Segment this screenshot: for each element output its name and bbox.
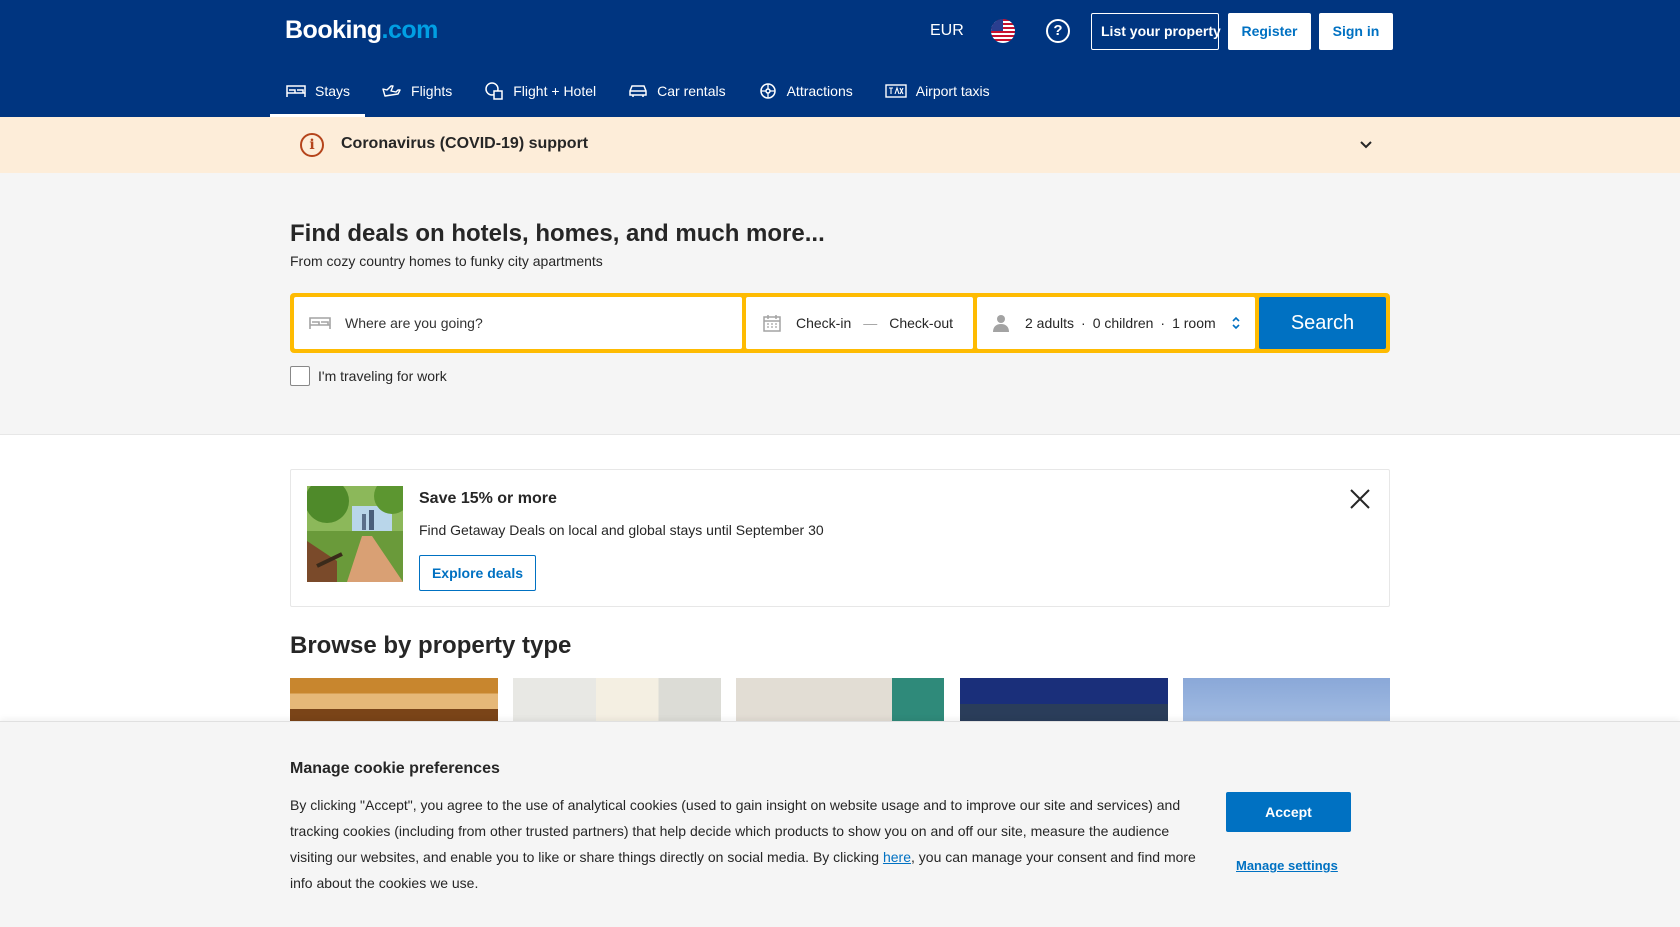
booking-logo[interactable]: Booking.com: [285, 16, 438, 45]
nav-attractions[interactable]: Attractions: [742, 68, 869, 114]
nav-label: Car rentals: [657, 83, 726, 99]
promo-title: Save 15% or more: [419, 490, 557, 507]
nav-airport-taxis[interactable]: Airport taxis: [869, 68, 1006, 114]
main-nav: Stays Flights Flight + Hotel Car rentals…: [270, 68, 1006, 117]
covid-banner-text: Coronavirus (COVID-19) support: [341, 135, 589, 152]
destination-placeholder: Where are you going?: [345, 315, 483, 331]
accept-cookies-button[interactable]: Accept: [1226, 792, 1351, 832]
register-button[interactable]: Register: [1228, 13, 1311, 50]
bed-icon: [286, 85, 306, 97]
calendar-icon: [763, 315, 781, 332]
site-header: Booking.com EUR ? List your property Reg…: [0, 0, 1680, 117]
nav-flights[interactable]: Flights: [366, 68, 468, 114]
page-subtitle: From cozy country homes to funky city ap…: [290, 253, 603, 269]
cookie-banner: Manage cookie preferences By clicking "A…: [0, 721, 1680, 927]
rooms-count: 1 room: [1172, 315, 1216, 331]
plane-icon: [382, 85, 401, 97]
info-icon: i: [300, 133, 324, 157]
person-icon: [993, 315, 1009, 332]
up-down-chevron-icon: [1232, 316, 1240, 330]
covid-banner[interactable]: i Coronavirus (COVID-19) support: [0, 117, 1680, 173]
cookie-text: By clicking "Accept", you agree to the u…: [290, 792, 1205, 896]
bed-icon: [309, 317, 331, 329]
cookie-title: Manage cookie preferences: [290, 760, 500, 777]
help-icon[interactable]: ?: [1046, 19, 1070, 43]
occupancy-selector[interactable]: 2 adults · 0 children · 1 room: [977, 297, 1255, 349]
nav-car-rentals[interactable]: Car rentals: [612, 68, 741, 114]
hero-section: Find deals on hotels, homes, and much mo…: [0, 173, 1680, 435]
nav-stays[interactable]: Stays: [270, 68, 366, 114]
nav-label: Airport taxis: [915, 83, 990, 99]
destination-input[interactable]: Where are you going?: [294, 297, 742, 349]
work-checkbox[interactable]: [290, 366, 310, 386]
occ-sep: ·: [1160, 315, 1166, 331]
taxi-icon: [885, 84, 907, 98]
attractions-icon: [759, 83, 776, 99]
occ-sep: ·: [1081, 315, 1086, 331]
nav-label: Flights: [411, 83, 453, 99]
car-icon: [629, 85, 647, 97]
us-flag-icon[interactable]: [991, 19, 1015, 43]
flight-hotel-icon: [485, 82, 503, 100]
logo-text: Booking: [285, 16, 382, 44]
nav-label: Flight + Hotel: [513, 83, 597, 99]
cookie-here-link[interactable]: here: [883, 849, 911, 865]
nav-label: Stays: [315, 83, 351, 99]
browse-section-title: Browse by property type: [290, 632, 572, 659]
sign-in-button[interactable]: Sign in: [1319, 13, 1393, 50]
chevron-down-icon[interactable]: [1358, 137, 1374, 153]
logo-dot-com: .com: [381, 16, 439, 44]
promo-card: Save 15% or more Find Getaway Deals on l…: [290, 469, 1390, 607]
close-icon[interactable]: [1349, 488, 1371, 510]
date-picker[interactable]: Check-in — Check-out: [746, 297, 973, 349]
nav-label: Attractions: [786, 83, 853, 99]
checkin-label: Check-in: [796, 315, 852, 331]
work-travel-option[interactable]: I'm traveling for work: [290, 366, 447, 386]
list-property-button[interactable]: List your property: [1091, 13, 1221, 50]
search-box: Where are you going? Check-in — Check-ou…: [290, 293, 1390, 353]
adults-count: 2 adults: [1025, 315, 1075, 331]
children-count: 0 children: [1092, 315, 1154, 331]
nav-flight-hotel[interactable]: Flight + Hotel: [468, 68, 612, 114]
currency-selector[interactable]: EUR: [930, 22, 964, 40]
promo-description: Find Getaway Deals on local and global s…: [419, 522, 824, 538]
checkout-label: Check-out: [889, 315, 954, 331]
work-checkbox-label: I'm traveling for work: [318, 368, 447, 384]
page-title: Find deals on hotels, homes, and much mo…: [290, 220, 825, 247]
manage-settings-link[interactable]: Manage settings: [1236, 858, 1338, 873]
promo-image: [307, 486, 403, 582]
explore-deals-button[interactable]: Explore deals: [419, 555, 536, 591]
date-separator: —: [863, 315, 878, 331]
search-button[interactable]: Search: [1259, 297, 1386, 349]
